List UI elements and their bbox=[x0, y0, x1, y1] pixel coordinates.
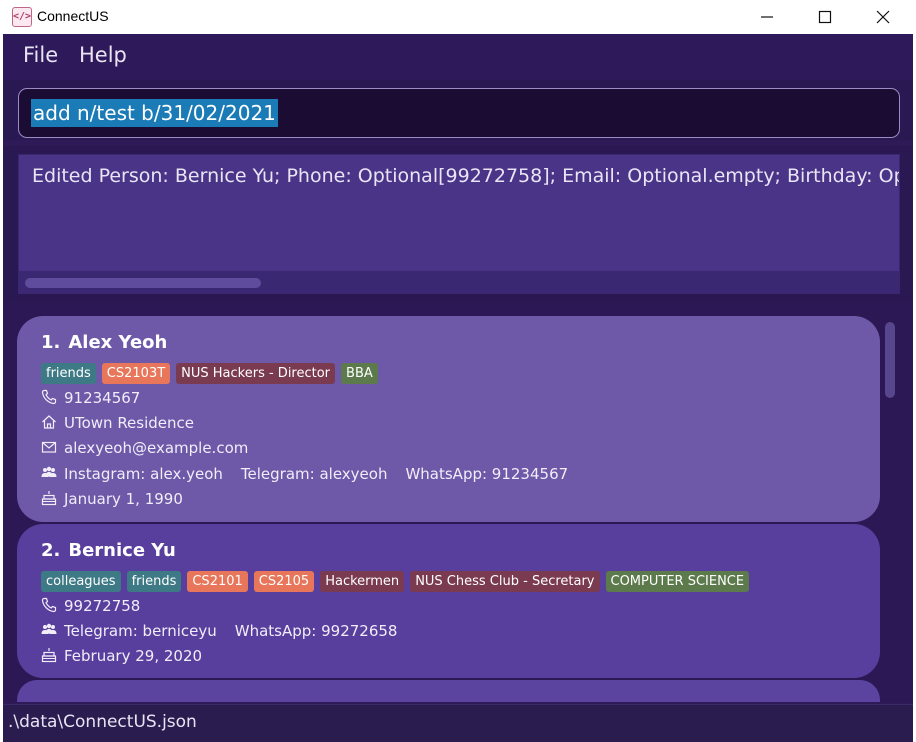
result-display[interactable]: Edited Person: Bernice Yu; Phone: Option… bbox=[18, 154, 900, 294]
address-value: UTown Residence bbox=[64, 414, 195, 432]
person-index: 2. bbox=[41, 540, 61, 561]
person-name-text: Alex Yeoh bbox=[68, 332, 168, 353]
person-index: 1. bbox=[41, 332, 61, 353]
address-field: UTown Residence bbox=[41, 412, 194, 434]
email-value: alexyeoh@example.com bbox=[64, 439, 249, 457]
cake-icon bbox=[41, 490, 57, 506]
person-name-text: Bernice Yu bbox=[68, 540, 176, 561]
people-icon bbox=[41, 465, 57, 481]
maximize-button[interactable] bbox=[796, 0, 854, 34]
birthday-value: February 29, 2020 bbox=[64, 647, 203, 665]
phone-icon bbox=[41, 597, 57, 613]
minimize-button[interactable] bbox=[738, 0, 796, 34]
menu-bar: File Help bbox=[3, 34, 913, 80]
tag-list: friends CS2103T NUS Hackers - Director BBA bbox=[41, 363, 384, 385]
social-instagram: Instagram: alex.yeoh bbox=[64, 465, 223, 483]
person-name: 1. Alex Yeoh bbox=[41, 332, 167, 353]
tag: CS2101 bbox=[187, 571, 248, 592]
people-icon bbox=[41, 622, 57, 638]
tag: NUS Hackers - Director bbox=[176, 363, 336, 384]
window-title: ConnectUS bbox=[37, 8, 109, 24]
minimize-icon bbox=[761, 16, 773, 18]
command-input[interactable]: add n/test b/31/02/2021 bbox=[18, 88, 900, 138]
mail-icon bbox=[41, 439, 57, 455]
social-whatsapp: WhatsApp: 99272658 bbox=[234, 622, 398, 640]
status-bar: .\data\ConnectUS.json bbox=[3, 704, 913, 742]
horizontal-scrollbar[interactable] bbox=[19, 271, 899, 293]
tag: CS2105 bbox=[253, 571, 315, 592]
phone-field: 91234567 bbox=[41, 387, 140, 409]
result-display-area: Edited Person: Bernice Yu; Phone: Option… bbox=[3, 146, 913, 302]
application-window: </> ConnectUS File Help add n/test b/31/… bbox=[0, 0, 916, 742]
person-list[interactable]: 1. Alex Yeoh friends CS2103T NUS Hackers - … bbox=[3, 302, 913, 702]
app-body: File Help add n/test b/31/02/2021 Edited… bbox=[3, 34, 913, 742]
social-telegram: Telegram: berniceyu bbox=[64, 622, 217, 640]
social-whatsapp: WhatsApp: 91234567 bbox=[405, 465, 569, 483]
tag: BBA bbox=[341, 363, 378, 384]
tag: NUS Chess Club - Secretary bbox=[410, 571, 600, 592]
person-card[interactable]: 1. Alex Yeoh friends CS2103T NUS Hackers - … bbox=[17, 316, 880, 522]
vertical-scrollbar-thumb[interactable] bbox=[885, 322, 895, 398]
phone-icon bbox=[41, 389, 57, 405]
socials-field: Instagram: alex.yeoh Telegram: alexyeoh Wh… bbox=[41, 463, 568, 485]
horizontal-scrollbar-thumb[interactable] bbox=[25, 278, 261, 288]
birthday-value: January 1, 1990 bbox=[64, 490, 183, 508]
tag: COMPUTER SCIENCE bbox=[605, 571, 750, 592]
tag: friends bbox=[41, 363, 96, 384]
data-file-path: .\data\ConnectUS.json bbox=[8, 712, 197, 732]
tag: Hackermen bbox=[320, 571, 405, 592]
person-name: 2. Bernice Yu bbox=[41, 540, 176, 561]
maximize-icon bbox=[818, 10, 832, 24]
phone-field: 99272758 bbox=[41, 595, 140, 617]
tag: CS2103T bbox=[101, 363, 171, 384]
social-telegram: Telegram: alexyeoh bbox=[240, 465, 388, 483]
socials-field: Telegram: berniceyu WhatsApp: 99272658 bbox=[41, 620, 397, 642]
tag: friends bbox=[126, 571, 182, 592]
command-box-area: add n/test b/31/02/2021 bbox=[3, 80, 913, 140]
menu-file[interactable]: File bbox=[23, 43, 58, 67]
tag-list: colleagues friends CS2101 CS2105 Hackermen NU… bbox=[41, 571, 755, 593]
birthday-field: January 1, 1990 bbox=[41, 488, 183, 510]
email-field: alexyeoh@example.com bbox=[41, 437, 248, 459]
phone-value: 99272758 bbox=[64, 597, 141, 615]
phone-value: 91234567 bbox=[64, 389, 141, 407]
person-card[interactable]: 2. Bernice Yu colleagues friends CS2101 CS21… bbox=[17, 524, 880, 678]
person-card[interactable] bbox=[17, 680, 880, 702]
command-input-selected-text[interactable]: add n/test b/31/02/2021 bbox=[31, 99, 278, 127]
birthday-field: February 29, 2020 bbox=[41, 645, 202, 667]
home-icon bbox=[41, 414, 57, 430]
result-message: Edited Person: Bernice Yu; Phone: Option… bbox=[32, 165, 900, 187]
close-button[interactable] bbox=[854, 0, 912, 34]
close-icon bbox=[876, 10, 890, 24]
cake-icon bbox=[41, 647, 57, 663]
menu-help[interactable]: Help bbox=[79, 43, 127, 67]
title-bar: </> ConnectUS bbox=[0, 0, 916, 34]
tag: colleagues bbox=[41, 571, 121, 592]
app-logo-icon: </> bbox=[12, 7, 32, 27]
